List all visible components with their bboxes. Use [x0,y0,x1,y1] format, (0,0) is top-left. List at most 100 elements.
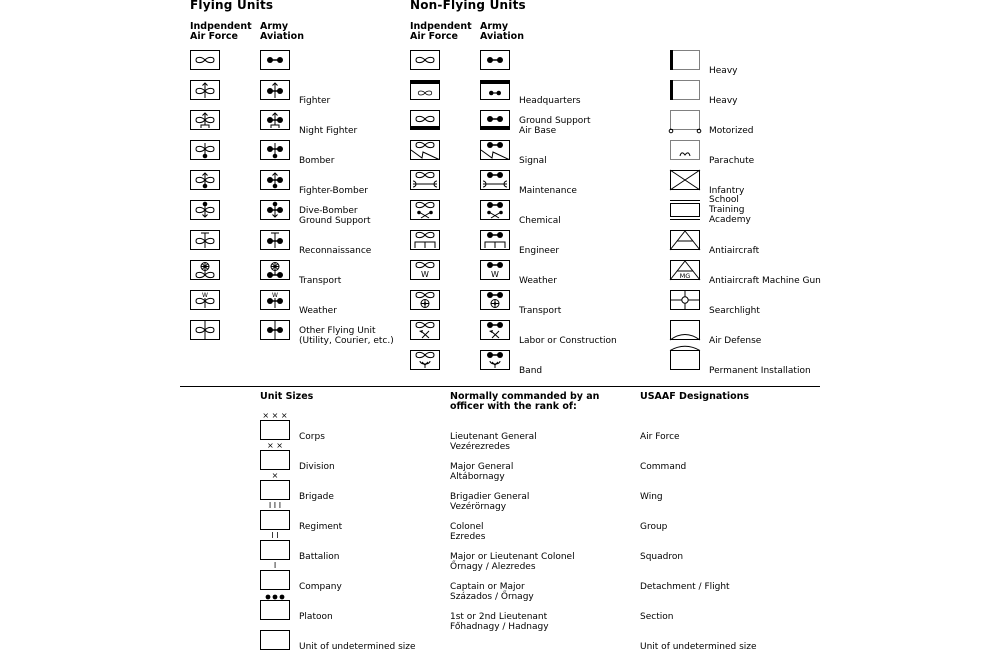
unit-size-name: Division [299,462,335,472]
flying-col-independent: Indpendent Air Force [190,21,252,42]
modifier-airdef-icon [669,320,701,341]
flying-unit-label: Fighter [299,96,331,106]
symbol-independent-air-force-none-icon [190,50,220,70]
unit-size-name: Unit of undetermined size [299,642,416,652]
symbol-army-aviation-w-icon: W [480,260,510,280]
rank-heading: Normally commanded by an officer with th… [450,391,600,412]
flying-unit-label: Fighter-Bomber [299,186,368,196]
nonflying-unit-label: Weather [519,276,557,286]
symbol-army-aviation-base-icon [480,110,510,130]
svg-text:MG: MG [680,272,691,280]
modifier-label: Antiaircraft [709,246,760,256]
symbol-army-aviation-labor-icon [480,320,510,340]
unit-size-name: Regiment [299,522,343,532]
symbol-army-aviation-signal-icon [480,140,510,160]
symbol-independent-air-force-maint-icon [410,170,440,190]
symbol-army-aviation-wheel-icon [480,290,510,310]
unit-size-box-icon [260,630,290,650]
usaaf-designation: Command [640,462,687,472]
symbol-independent-air-force-t-bar-icon [190,230,220,250]
usaaf-heading: USAAF Designations [640,391,750,402]
svg-text:W: W [491,270,499,279]
officer-rank: Captain or Major Százados / Őrnagy [450,582,534,602]
symbol-army-aviation-line-icon [260,320,290,340]
nonflying-unit-label: Maintenance [519,186,577,196]
unit-size-box-icon: I [260,561,290,590]
symbol-independent-air-force-labor-icon [410,320,440,340]
nonflying-unit-label: Labor or Construction [519,336,617,346]
flying-unit-label: Other Flying Unit (Utility, Courier, etc… [299,326,394,346]
modifier-label: Searchlight [709,306,760,316]
modifier-para-icon [670,140,700,160]
modifier-search-icon [670,290,700,310]
modifier-aa-icon [669,230,701,251]
symbol-independent-air-force-hq-icon [410,80,440,100]
symbol-independent-air-force-wheel-icon [190,260,220,280]
modifier-label: Heavy [709,66,738,76]
symbol-army-aviation-hq-icon [480,80,510,100]
flying-unit-label: Dive-Bomber Ground Support [299,206,371,226]
symbol-army-aviation-w-icon: W [260,290,290,310]
unit-size-mark: × × [267,441,283,450]
flying-unit-label: Transport [299,276,342,286]
symbol-independent-air-force-dot-up-arrow-down-icon [190,200,220,220]
symbol-army-aviation-band-icon [480,350,510,370]
symbol-independent-air-force-eng-icon [410,230,440,250]
flying-units-title: Flying Units [190,0,274,12]
modifier-label: Air Defense [709,336,762,346]
officer-rank: Lieutenant General Vezérezredes [450,432,537,452]
symbol-independent-air-force-band-icon [410,350,440,370]
symbol-independent-air-force-w-icon: W [410,260,440,280]
unit-size-name: Brigade [299,492,334,502]
usaaf-designation: Squadron [640,552,684,562]
symbol-army-aviation-dot-down-icon [260,140,290,160]
unit-size-mark: I I I [269,501,281,510]
symbol-independent-air-force-w-icon: W [190,290,220,310]
unit-size-box-icon: I I I [260,501,290,530]
modifier-label: Permanent Installation [709,366,811,376]
modifier-label: Heavy [709,96,738,106]
officer-rank: 1st or 2nd Lieutenant Főhadnagy / Hadnag… [450,612,549,632]
symbol-army-aviation-none-icon [260,50,290,70]
usaaf-designation: Group [640,522,668,532]
section-divider [180,386,820,387]
nonflying-col-independent: Indpendent Air Force [410,21,472,42]
modifier-inf-icon [669,169,701,191]
officer-rank: Brigadier General Vezérörnagy [450,492,530,512]
nonflying-unit-label: Engineer [519,246,560,256]
usaaf-designation: Unit of undetermined size [640,642,757,652]
usaaf-designation: Detachment / Flight [640,582,730,592]
modifier-label: School Training Academy [709,195,751,225]
usaaf-designation: Wing [640,492,663,502]
symbol-army-aviation-chem-icon [480,200,510,220]
symbol-independent-air-force-chem-icon [410,200,440,220]
officer-rank: Colonel Ezredes [450,522,486,542]
symbol-army-aviation-wheel-icon [260,260,290,280]
svg-text:W: W [202,292,208,299]
symbol-army-aviation-arrow-up-dot-icon [260,170,290,190]
modifier-label: Motorized [709,126,754,136]
nonflying-unit-label: Transport [519,306,562,316]
modifier-heavy1-icon [670,50,700,70]
symbol-army-aviation-maint-icon [480,170,510,190]
nonflying-unit-label: Band [519,366,543,376]
flying-col-army: Army Aviation [260,21,304,42]
unit-size-box-icon: × × × [260,411,290,440]
modifier-heavy2-icon [670,80,700,100]
flying-unit-label: Bomber [299,156,335,166]
unit-size-name: Platoon [299,612,333,622]
unit-size-box-icon [260,594,290,620]
svg-text:W: W [421,270,429,279]
nonflying-unit-label: Ground Support Air Base [519,116,591,136]
nonflying-unit-label: Chemical [519,216,561,226]
unit-size-box-icon: × × [260,441,290,470]
flying-unit-label: Reconnaissance [299,246,372,256]
svg-text:W: W [272,292,278,299]
symbol-army-aviation-arrow-up-base-icon [260,110,290,130]
symbol-army-aviation-dot-up-arrow-down-icon [260,200,290,220]
symbol-independent-air-force-none-icon [410,50,440,70]
unit-sizes-heading: Unit Sizes [260,391,314,402]
modifier-perm-icon [669,345,701,370]
flying-unit-label: Weather [299,306,337,316]
symbol-independent-air-force-arrow-up-dot-icon [190,170,220,190]
